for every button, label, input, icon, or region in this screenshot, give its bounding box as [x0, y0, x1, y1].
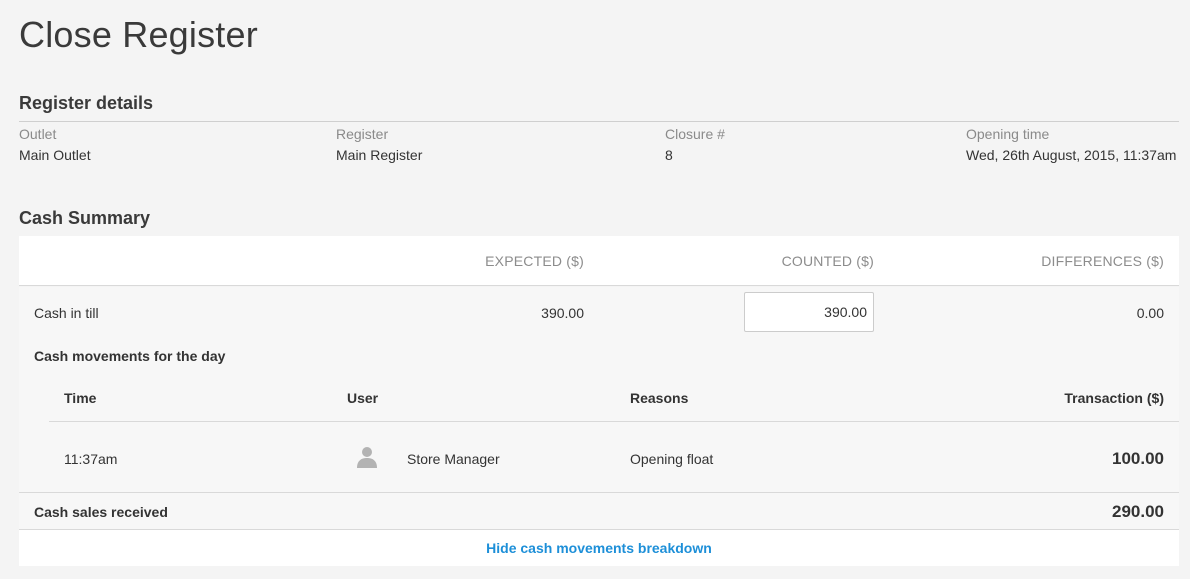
cash-movements-heading: Cash movements for the day	[34, 348, 226, 364]
detail-closure-number: Closure # 8	[665, 126, 725, 163]
column-header-differences: DIFFERENCES ($)	[1041, 253, 1164, 269]
detail-value: Wed, 26th August, 2015, 11:37am	[966, 147, 1177, 163]
cash-summary-panel: EXPECTED ($) COUNTED ($) DIFFERENCES ($)…	[19, 236, 1179, 566]
movement-user: Store Manager	[407, 451, 500, 467]
hide-cash-movements-link[interactable]: Hide cash movements breakdown	[486, 540, 712, 556]
panel-footer: Hide cash movements breakdown	[19, 529, 1179, 566]
column-header-transaction: Transaction ($)	[1064, 390, 1164, 406]
page-title: Close Register	[19, 14, 258, 55]
cash-summary-header: EXPECTED ($) COUNTED ($) DIFFERENCES ($)	[19, 236, 1179, 286]
movement-reason: Opening float	[630, 451, 714, 467]
detail-value: 8	[665, 147, 673, 163]
table-row: 11:37am Store Manager Opening float 100.…	[49, 423, 1179, 492]
cash-sales-label: Cash sales received	[34, 504, 168, 520]
movements-table-header: Time User Reasons Transaction ($)	[49, 369, 1179, 422]
column-header-time: Time	[64, 390, 97, 406]
column-header-expected: EXPECTED ($)	[485, 253, 584, 269]
register-details-heading: Register details	[19, 93, 154, 113]
cash-sales-row: Cash sales received 290.00	[19, 492, 1179, 529]
movement-amount: 100.00	[1112, 449, 1164, 468]
detail-outlet: Outlet Main Outlet	[19, 126, 91, 163]
detail-label: Opening time	[966, 126, 1050, 142]
counted-cash-input[interactable]	[744, 292, 874, 332]
movement-time: 11:37am	[64, 451, 118, 467]
column-header-user: User	[347, 390, 379, 406]
cash-summary-heading: Cash Summary	[19, 208, 151, 228]
cash-sales-value: 290.00	[1112, 502, 1164, 521]
column-header-counted: COUNTED ($)	[781, 253, 874, 269]
detail-label: Register	[336, 126, 389, 142]
detail-value: Main Outlet	[19, 147, 91, 163]
detail-value: Main Register	[336, 147, 423, 163]
detail-label: Closure #	[665, 126, 725, 142]
detail-label: Outlet	[19, 126, 57, 142]
detail-opening-time: Opening time Wed, 26th August, 2015, 11:…	[966, 126, 1176, 163]
detail-register: Register Main Register	[336, 126, 422, 163]
expected-cash-value: 390.00	[541, 305, 584, 321]
difference-value: 0.00	[1136, 305, 1164, 321]
divider	[19, 121, 1179, 122]
column-header-reasons: Reasons	[630, 390, 689, 406]
cash-in-till-label: Cash in till	[34, 305, 99, 321]
user-avatar-icon	[357, 447, 377, 468]
